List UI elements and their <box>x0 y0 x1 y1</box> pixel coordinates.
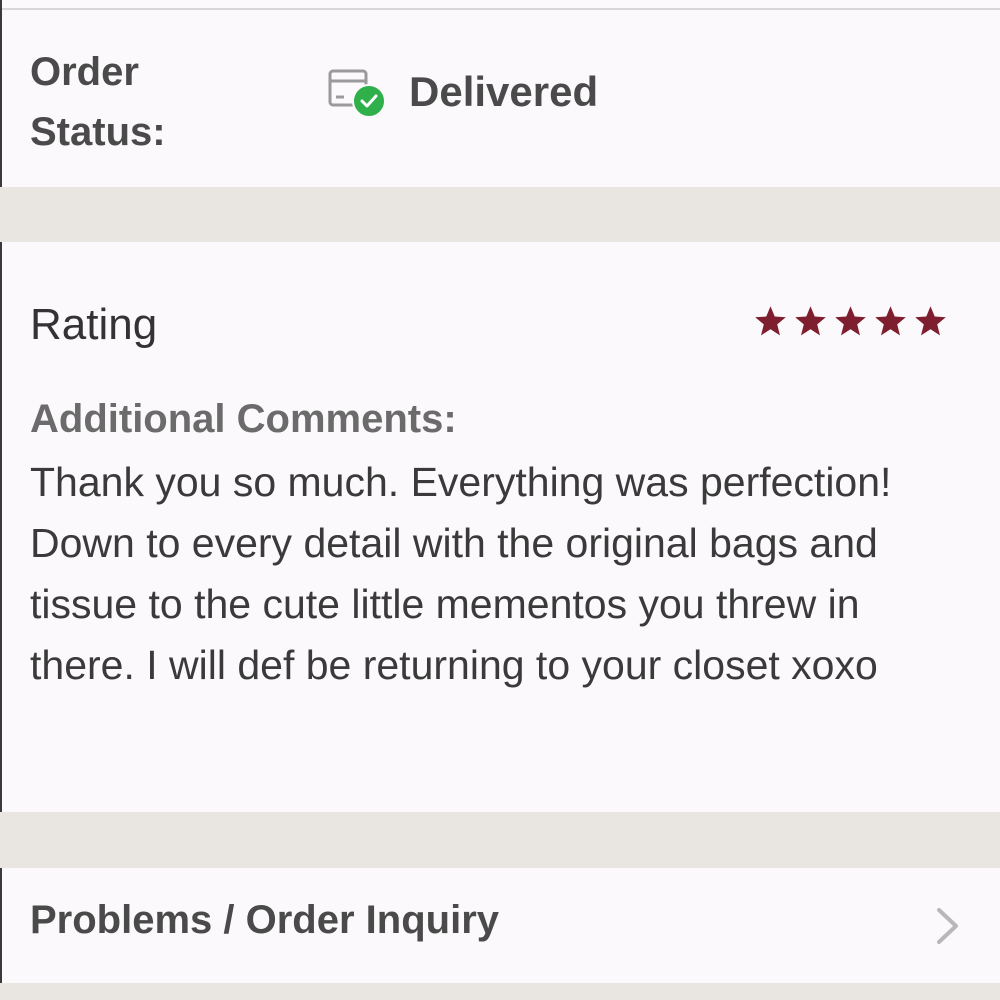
order-status-value: Delivered <box>409 68 599 115</box>
order-status-label: Order Status: <box>30 50 166 154</box>
order-status-value-group: Delivered <box>327 62 598 122</box>
star-icon <box>795 306 826 336</box>
problems-order-inquiry-label: Problems / Order Inquiry <box>30 898 500 942</box>
order-status-card: Order Status: Delivered <box>0 0 1000 187</box>
problems-order-inquiry-row[interactable]: Problems / Order Inquiry <box>0 868 1000 983</box>
star-icon <box>915 306 946 336</box>
star-rating <box>753 304 948 339</box>
rating-title: Rating <box>30 300 158 349</box>
package-delivered-icon <box>327 65 389 119</box>
rating-card: Rating Additional Comments: Thank you so… <box>0 242 1000 812</box>
order-detail-screen: Order Status: Delivered Rating Additiona… <box>0 0 1000 1000</box>
additional-comments-label: Additional Comments: <box>30 397 457 441</box>
star-icon <box>835 306 866 336</box>
additional-comments-text: Thank you so much. Everything was perfec… <box>30 459 892 688</box>
star-icon <box>755 306 786 336</box>
chevron-right-icon <box>937 908 958 944</box>
star-icon <box>875 306 906 336</box>
